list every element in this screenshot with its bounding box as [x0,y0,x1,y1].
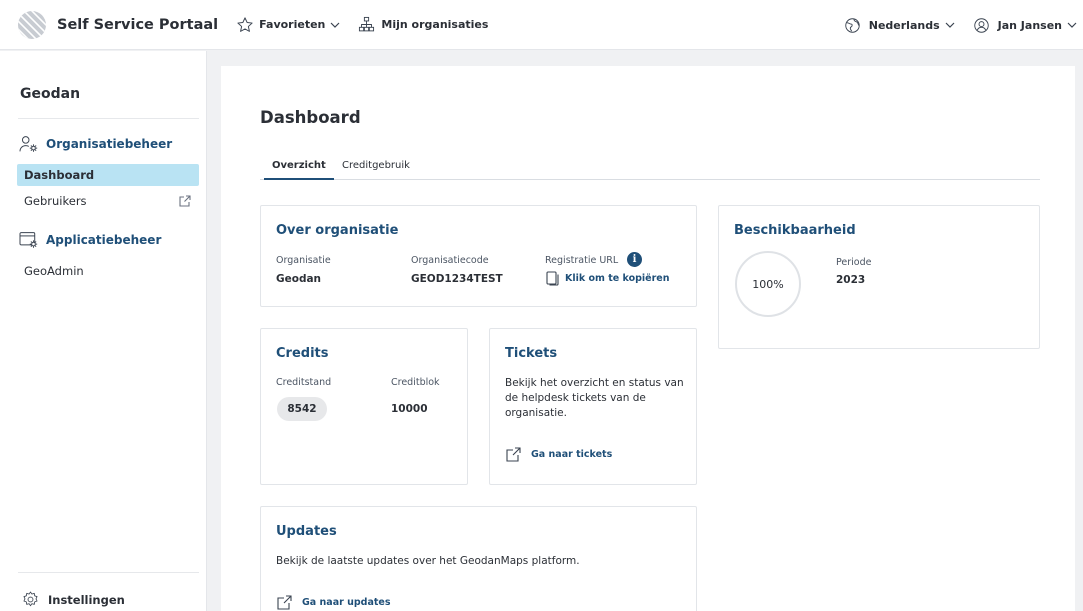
availability-card: Beschikbaarheid 100% Periode 2023 [718,205,1040,349]
credit-balance-badge: 8542 [277,397,327,421]
geodan-logo-icon [18,10,46,39]
globe-icon [845,17,860,33]
go-to-tickets-link[interactable]: Ga naar tickets [505,446,612,463]
credits-card: Credits Creditstand 8542 Creditblok 1000… [260,328,468,485]
main-panel: Dashboard Overzicht Creditgebruik Over o… [221,66,1075,611]
organisation-card: Over organisatie Organisatie Geodan Orga… [260,205,697,307]
settings-label: Instellingen [48,592,125,607]
go-to-updates-label: Ga naar updates [302,597,391,608]
top-bar: Self Service Portaal Favorieten Mijn org… [0,0,1083,50]
user-label: Jan Jansen [997,18,1062,32]
section-apps-label: Applicatiebeheer [46,233,162,247]
availability-percentage: 100% [752,277,784,291]
copy-icon [546,271,559,286]
org-value: Geodan [276,273,322,285]
user-circle-icon [973,17,989,33]
org-code-value: GEOD1234TEST [411,273,503,285]
availability-gauge: 100% [735,251,801,317]
brand[interactable]: Self Service Portaal [17,10,218,40]
chevron-down-icon [330,22,340,28]
language-label: Nederlands [868,18,940,32]
sidebar-item-label: GeoAdmin [24,264,84,278]
card-title: Over organisatie [276,223,399,238]
sidebar-item-dashboard[interactable]: Dashboard [17,164,199,186]
info-icon[interactable]: i [627,252,642,267]
card-title: Tickets [505,346,558,361]
window-gear-icon [19,232,38,248]
sidebar-item-gebruikers[interactable]: Gebruikers [17,190,199,212]
user-menu[interactable]: Jan Jansen [973,17,1077,34]
card-title: Beschikbaarheid [734,223,856,238]
tickets-card: Tickets Bekijk het overzicht en status v… [489,328,697,485]
divider [18,118,199,119]
credit-balance-label: Creditstand [276,377,332,388]
updates-card: Updates Bekijk de laatste updates over h… [260,506,697,611]
app-title: Self Service Portaal [57,16,219,33]
sidebar-section-applicatiebeheer: Applicatiebeheer [19,231,161,249]
period-value: 2023 [836,274,866,286]
card-title: Updates [276,524,337,539]
gear-icon [23,591,38,607]
copy-url-link[interactable]: Klik om te kopiëren [546,271,670,286]
tab-bar: Overzicht Creditgebruik [260,156,1040,180]
organisations-label: Mijn organisaties [381,18,489,31]
external-link-icon [506,447,521,462]
language-menu[interactable]: Nederlands [844,17,955,34]
tickets-description: Bekijk het overzicht en status van de he… [505,377,684,419]
card-title: Credits [276,346,329,361]
settings-link[interactable]: Instellingen [22,591,125,608]
go-to-tickets-label: Ga naar tickets [531,449,613,460]
copy-url-label: Klik om te kopiëren [565,273,670,284]
users-gear-icon [19,136,38,152]
sidebar-org-name: Geodan [20,86,81,102]
updates-description: Bekijk de laatste updates over het Geoda… [276,555,580,567]
sidebar-section-organisatiebeheer: Organisatiebeheer [19,135,172,153]
chevron-down-icon [1067,22,1077,28]
credit-block-label: Creditblok [391,377,440,388]
divider [18,572,199,573]
section-org-label: Organisatiebeheer [46,137,173,151]
org-code-label: Organisatiecode [411,255,489,266]
star-icon [237,16,253,32]
favorites-menu[interactable]: Favorieten [236,16,340,34]
my-organisations-link[interactable]: Mijn organisaties [358,16,488,33]
header-right: Nederlands Jan Jansen [844,0,1083,50]
page-title: Dashboard [260,108,361,127]
favorites-label: Favorieten [259,18,326,31]
sidebar-item-geoadmin[interactable]: GeoAdmin [17,260,199,282]
tab-overzicht[interactable]: Overzicht [264,160,334,180]
org-tree-icon [359,16,375,32]
go-to-updates-link[interactable]: Ga naar updates [276,594,391,611]
sidebar: Geodan Organisatiebeheer Dashboard Gebru… [0,51,207,611]
period-label: Periode [836,257,872,268]
registration-url-label: Registratie URL [545,255,619,266]
external-link-icon [179,195,191,207]
org-label: Organisatie [276,255,331,266]
tab-creditgebruik[interactable]: Creditgebruik [342,160,410,171]
sidebar-item-label: Gebruikers [24,194,87,208]
chevron-down-icon [945,22,955,28]
external-link-icon [277,595,292,610]
sidebar-item-label: Dashboard [24,168,95,182]
credit-balance-value: 8542 [287,403,317,415]
credit-block-value: 10000 [391,403,428,415]
